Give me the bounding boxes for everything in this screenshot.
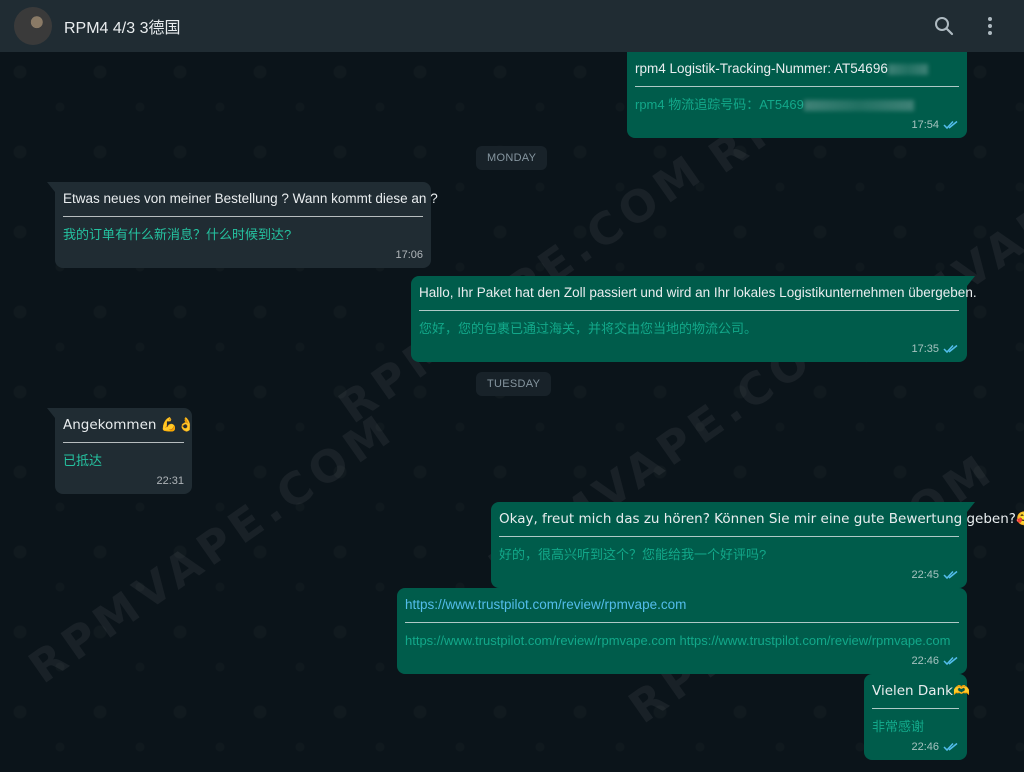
message-translation-text: 您好，您的包裹已通过海关，并将交由您当地的物流公司。 [419,321,758,336]
translation-divider [635,86,959,87]
message-time: 22:46 [911,655,939,667]
message-bubble[interactable]: https://www.trustpilot.com/review/rpmvap… [397,588,967,674]
menu-button[interactable] [970,6,1010,46]
message-original-text: Etwas neues von meiner Bestellung ? Wann… [63,191,438,206]
message-translation-text: 非常感谢 [872,719,925,734]
message-original-text: Angekommen 💪👌 [63,417,195,433]
translation-divider [419,310,959,311]
double-check-icon [943,344,959,354]
contact-avatar[interactable] [14,7,52,45]
translation-divider [63,216,423,217]
message-translation-text: 已抵达 [63,453,103,468]
message-original-text: Hallo, Ihr Paket hat den Zoll passiert u… [419,285,977,300]
double-check-icon [943,656,959,666]
message-translation-text: 好的，很高兴听到这个？您能给我一个好评吗? [499,547,767,562]
more-vertical-icon [988,17,992,35]
double-check-icon [943,742,959,752]
message-translation-text: 我的订单有什么新消息？什么时候到达? [63,227,292,242]
chat-title[interactable]: RPM4 4/3 3德国 [64,14,918,38]
translation-divider [499,536,959,537]
message-translation-text: rpm4 物流追踪号码：AT5469 [635,96,959,114]
message-time: 17:35 [911,343,939,355]
message-bubble[interactable]: Vielen Dank🫶 非常感谢 22:46 [864,674,970,760]
message-time: 22:31 [156,475,184,487]
message-time: 22:45 [911,569,939,581]
message-original-text: Okay, freut mich das zu hören? Können Si… [499,511,1024,527]
double-check-icon [943,120,959,130]
message-translation-text: https://www.trustpilot.com/review/rpmvap… [405,633,951,648]
message-original-text: rpm4 Logistik-Tracking-Nummer: AT54696 [635,60,959,78]
message-original-text: Vielen Dank🫶 [872,683,970,699]
message-bubble[interactable]: Okay, freut mich das zu hören? Können Si… [491,502,1024,588]
message-bubble[interactable]: Etwas neues von meiner Bestellung ? Wann… [47,182,438,268]
trustpilot-link[interactable]: https://www.trustpilot.com/review/rpmvap… [405,597,686,612]
message-original-text: https://www.trustpilot.com/review/rpmvap… [405,596,959,614]
message-bubble[interactable]: rpm4 Logistik-Tracking-Nummer: AT54696 r… [627,52,967,138]
message-time: 17:54 [911,119,939,131]
search-button[interactable] [924,6,964,46]
chat-area[interactable]: RPMVAPE.COM RPMVAPE.COM RPMVAPE.COM RPMV… [0,52,1024,772]
translation-divider [63,442,184,443]
message-bubble[interactable]: Angekommen 💪👌 已抵达 22:31 [47,408,195,494]
date-separator-monday: MONDAY [476,146,548,170]
message-bubble[interactable]: Hallo, Ihr Paket hat den Zoll passiert u… [411,276,977,362]
message-time: 17:06 [395,249,423,261]
date-separator-tuesday: TUESDAY [476,372,552,396]
search-icon [935,17,954,36]
double-check-icon [943,570,959,580]
translation-divider [405,622,959,623]
translation-divider [872,708,959,709]
message-time: 22:46 [911,741,939,753]
chat-header: RPM4 4/3 3德国 [0,0,1024,52]
